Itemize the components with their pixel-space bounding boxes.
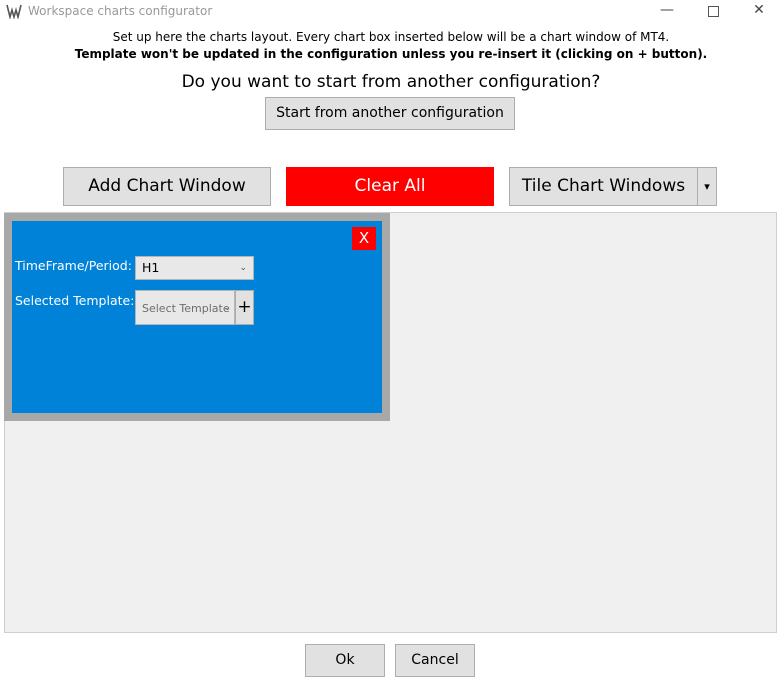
chevron-down-icon: ⌄ [223, 303, 231, 313]
remove-chart-button[interactable]: X [352, 227, 376, 250]
window-title: Workspace charts configurator [28, 4, 213, 18]
app-logo-icon [6, 4, 22, 19]
add-template-button[interactable]: + [235, 290, 254, 325]
template-placeholder: Select Template [142, 302, 230, 315]
chevron-down-icon: ⌄ [239, 263, 247, 273]
timeframe-value: H1 [142, 260, 160, 275]
chart-window-box[interactable]: X TimeFrame/Period: H1 ⌄ Selected Templa… [4, 213, 390, 421]
warning-text: Template won't be updated in the configu… [74, 47, 708, 61]
title-bar: Workspace charts configurator — ✕ [0, 0, 782, 22]
cancel-button[interactable]: Cancel [395, 644, 475, 677]
maximize-icon[interactable] [690, 0, 736, 22]
close-icon[interactable]: ✕ [736, 0, 782, 22]
template-select[interactable]: Select Template ⌄ [135, 290, 235, 325]
start-from-config-button[interactable]: Start from another configuration [265, 97, 515, 130]
chart-box-content: X TimeFrame/Period: H1 ⌄ Selected Templa… [12, 221, 382, 413]
timeframe-select[interactable]: H1 ⌄ [135, 256, 254, 280]
timeframe-label: TimeFrame/Period: [15, 258, 132, 273]
question-text: Do you want to start from another config… [181, 72, 601, 92]
ok-button[interactable]: Ok [305, 644, 385, 677]
tile-chart-windows-button[interactable]: Tile Chart Windows [509, 167, 698, 206]
info-text: Set up here the charts layout. Every cha… [112, 30, 670, 44]
template-label: Selected Template: [15, 293, 135, 308]
add-chart-window-button[interactable]: Add Chart Window [63, 167, 271, 206]
clear-all-button[interactable]: Clear All [286, 167, 494, 206]
tile-dropdown-button[interactable]: ▾ [697, 167, 717, 206]
minimize-icon[interactable]: — [644, 0, 690, 22]
